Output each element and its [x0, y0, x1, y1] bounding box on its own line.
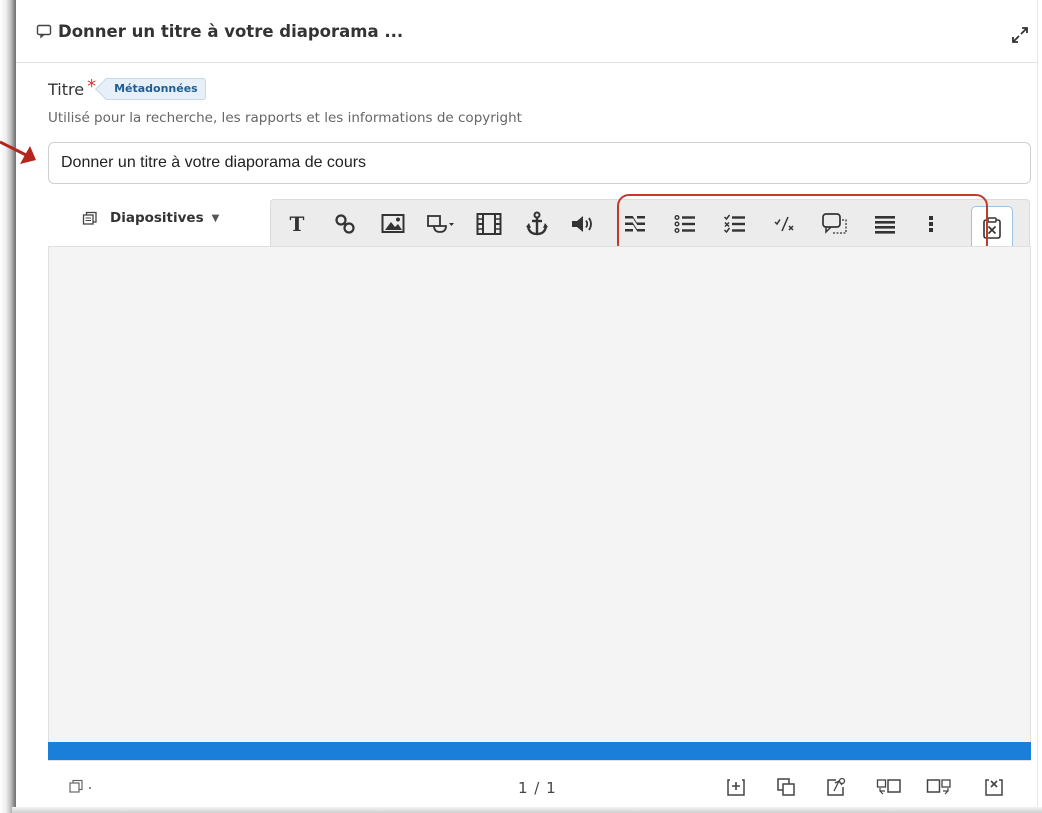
anchor-icon [526, 211, 548, 236]
page-counter: 1 / 1 [518, 779, 557, 797]
metadata-badge-text: Métadonnées [114, 82, 198, 95]
title-input[interactable]: Donner un titre à votre diaporama de cou… [48, 142, 1031, 184]
move-slide-back-icon[interactable] [876, 777, 902, 797]
metadata-badge: Métadonnées [104, 78, 206, 100]
svg-text:T: T [290, 213, 305, 235]
audio-button[interactable] [563, 200, 603, 248]
slide-footer: 1 / 1 [48, 760, 1031, 807]
chevron-down-icon: ▼ [211, 212, 220, 224]
image-icon [381, 214, 405, 233]
delete-slide-icon[interactable] [984, 777, 1004, 797]
shape-button[interactable] [421, 200, 461, 248]
required-mark: * [87, 75, 97, 97]
slides-dropdown-label: Diapositives [110, 210, 204, 226]
link-icon [335, 214, 355, 234]
shape-icon [427, 215, 454, 233]
link-button[interactable] [325, 200, 365, 248]
slides-dropdown[interactable]: Diapositives ▼ [82, 210, 219, 226]
slide-progress-bar [48, 742, 1031, 760]
import-slide-icon[interactable] [826, 777, 846, 797]
image-button[interactable] [373, 200, 413, 248]
annotation-arrow-icon [0, 140, 36, 164]
slide-canvas[interactable] [48, 246, 1031, 742]
title-label: Titre * Métadonnées [48, 75, 206, 100]
title-help-text: Utilisé pour la recherche, les rapports … [48, 110, 522, 126]
title-label-text: Titre [48, 79, 85, 99]
video-button[interactable] [469, 200, 509, 248]
text-button[interactable]: T [277, 200, 317, 248]
move-slide-forward-icon[interactable] [926, 777, 952, 797]
video-icon [476, 213, 502, 235]
window-shadow [0, 0, 16, 813]
window-shadow-bottom [12, 807, 1042, 813]
add-slide-icon[interactable] [726, 777, 746, 797]
anchor-button[interactable] [517, 200, 557, 248]
expand-icon[interactable] [1009, 24, 1031, 46]
panel-title: Donner un titre à votre diaporama ... [58, 21, 404, 41]
slides-menu-icon[interactable] [68, 779, 98, 795]
duplicate-slide-icon[interactable] [776, 777, 796, 797]
slides-icon [82, 211, 97, 225]
audio-icon [572, 216, 592, 232]
slide-icon [36, 23, 52, 39]
panel-header: Donner un titre à votre diaporama ... [16, 0, 1038, 63]
text-icon: T [290, 213, 305, 235]
